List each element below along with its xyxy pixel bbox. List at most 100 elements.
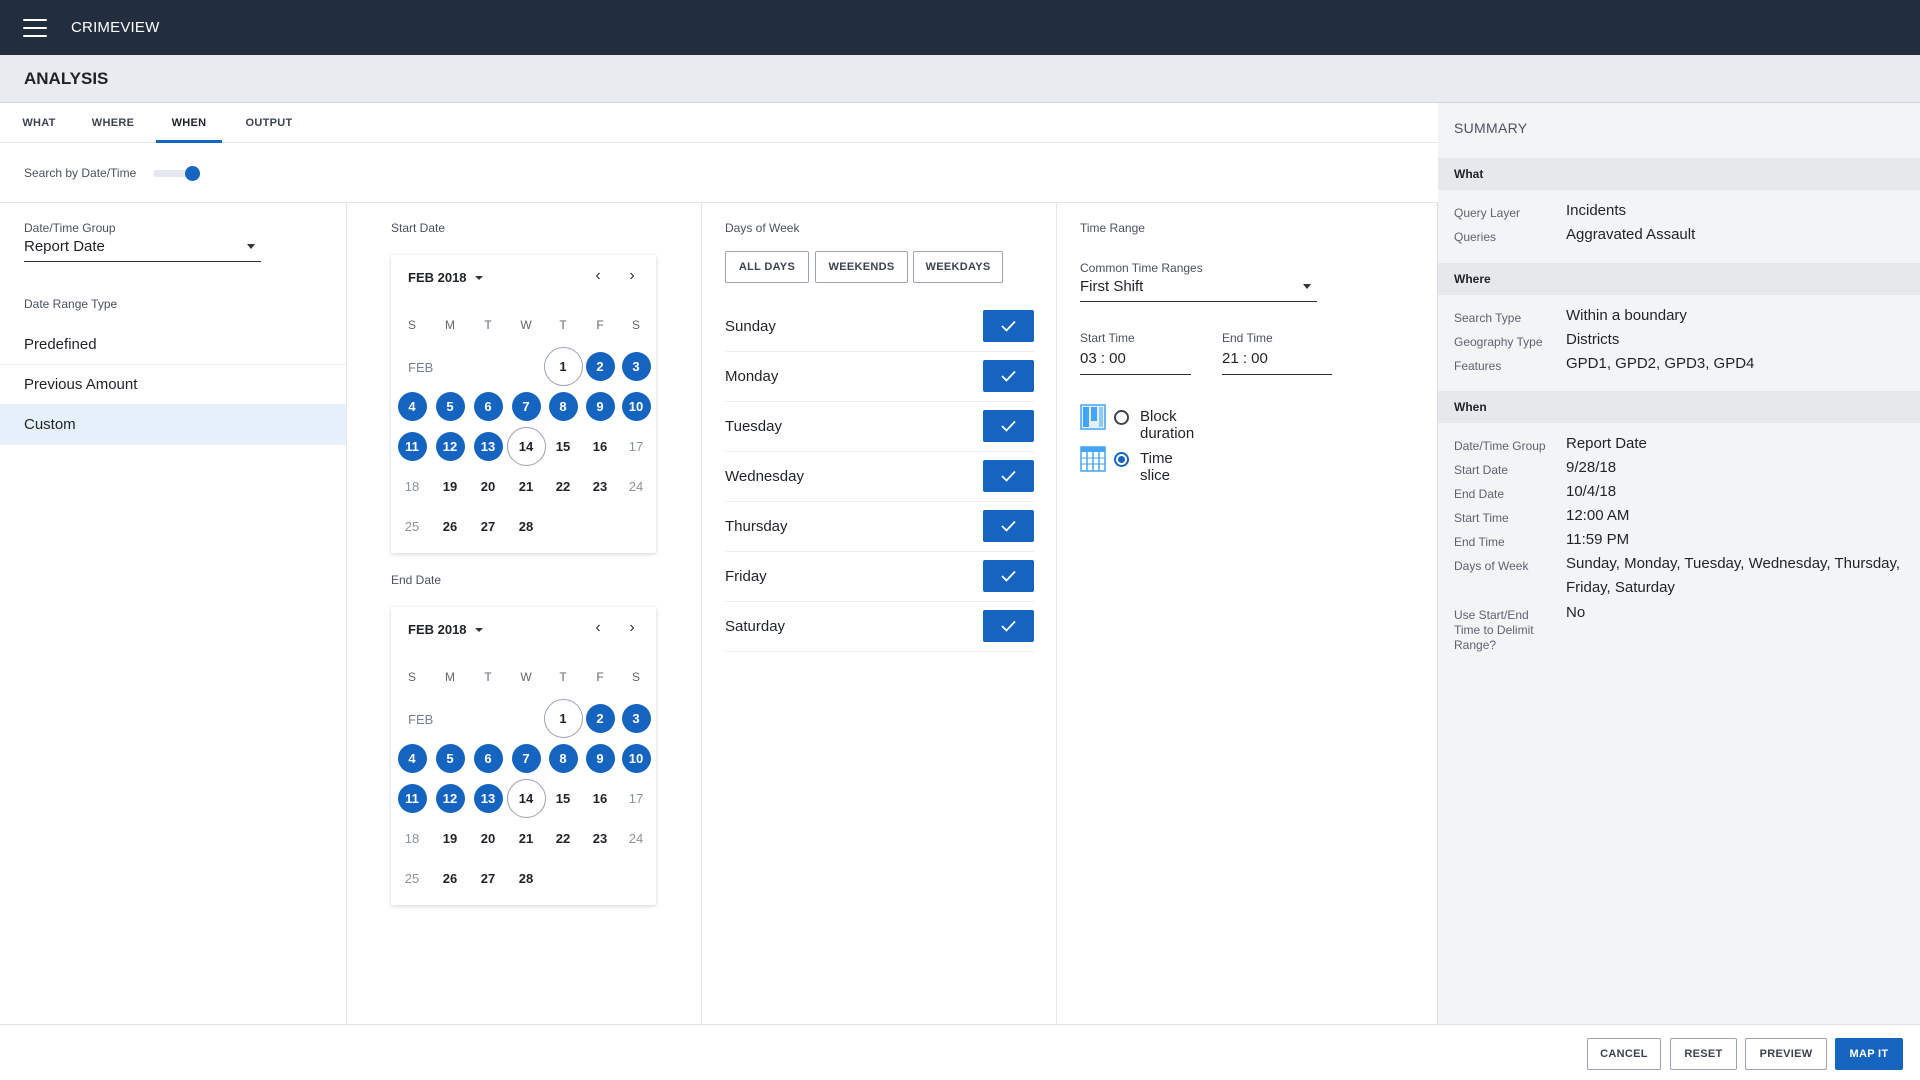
calendar-day[interactable]: 13: [473, 783, 503, 813]
calendar-day[interactable]: 22: [549, 824, 578, 853]
calendar-day[interactable]: 23: [586, 472, 615, 501]
all-days-button[interactable]: ALL DAYS: [725, 251, 809, 283]
calendar-day[interactable]: 4: [397, 391, 427, 421]
calendar-day[interactable]: 19: [436, 472, 465, 501]
weekday-header: F: [596, 670, 604, 684]
day-checkbox[interactable]: [983, 610, 1034, 642]
calendar-day[interactable]: 19: [436, 824, 465, 853]
end-time-input[interactable]: 21 : 00: [1222, 345, 1332, 375]
month-select[interactable]: FEB 2018: [408, 270, 483, 285]
calendar-day[interactable]: 21: [512, 824, 541, 853]
calendar-day[interactable]: 9: [585, 743, 615, 773]
calendar-day[interactable]: 16: [586, 432, 615, 461]
range-type-previous-amount[interactable]: Previous Amount: [0, 365, 346, 405]
calendar-day[interactable]: 7: [511, 743, 541, 773]
calendar-day[interactable]: 13: [473, 431, 503, 461]
calendar-day[interactable]: 14: [506, 778, 546, 818]
range-type-predefined[interactable]: Predefined: [0, 325, 346, 365]
cancel-button[interactable]: CANCEL: [1587, 1038, 1661, 1070]
prev-month-icon[interactable]: ‹: [588, 266, 608, 286]
calendar-day[interactable]: 27: [474, 864, 503, 893]
calendar-day[interactable]: 23: [586, 824, 615, 853]
datetime-group-dropdown[interactable]: Report Date: [24, 234, 261, 262]
day-checkbox[interactable]: [983, 510, 1034, 542]
calendar-day[interactable]: 18: [398, 824, 427, 853]
summary-key: Date/Time Group: [1454, 439, 1546, 453]
calendar-day[interactable]: 24: [622, 472, 651, 501]
calendar-day[interactable]: 12: [435, 783, 465, 813]
month-select[interactable]: FEB 2018: [408, 622, 483, 637]
calendar-day[interactable]: 16: [586, 784, 615, 813]
summary-key: Search Type: [1454, 311, 1522, 325]
calendar-day[interactable]: 8: [548, 391, 578, 421]
start-time-input[interactable]: 03 : 00: [1080, 345, 1191, 375]
next-month-icon[interactable]: ›: [622, 618, 642, 638]
calendar-day[interactable]: 1: [543, 346, 583, 386]
calendar-day[interactable]: 11: [397, 431, 427, 461]
calendar-day[interactable]: 22: [549, 472, 578, 501]
calendar-day[interactable]: 25: [398, 512, 427, 541]
calendar-day[interactable]: 7: [511, 391, 541, 421]
day-checkbox[interactable]: [983, 310, 1034, 342]
calendar-day[interactable]: 26: [436, 864, 465, 893]
calendar-day[interactable]: 10: [621, 743, 651, 773]
calendar-day[interactable]: 4: [397, 743, 427, 773]
summary-value: 10/4/18: [1566, 483, 1617, 500]
calendar-day[interactable]: 5: [435, 391, 465, 421]
calendar-day[interactable]: 3: [621, 351, 651, 381]
calendar-day[interactable]: 17: [622, 432, 651, 461]
calendar-day[interactable]: 6: [473, 743, 503, 773]
map-it-button[interactable]: MAP IT: [1835, 1038, 1903, 1070]
calendar-day[interactable]: 24: [622, 824, 651, 853]
calendar-day[interactable]: 27: [474, 512, 503, 541]
weekends-button[interactable]: WEEKENDS: [815, 251, 908, 283]
calendar-day[interactable]: 25: [398, 864, 427, 893]
calendar-day[interactable]: 15: [549, 784, 578, 813]
calendar-day[interactable]: 20: [474, 824, 503, 853]
tab-what[interactable]: WHAT: [14, 103, 64, 143]
common-time-ranges-dropdown[interactable]: First Shift: [1080, 274, 1317, 302]
day-checkbox[interactable]: [983, 360, 1034, 392]
calendar-day[interactable]: 9: [585, 391, 615, 421]
calendar-day[interactable]: 15: [549, 432, 578, 461]
preview-button[interactable]: PREVIEW: [1745, 1038, 1827, 1070]
time-slice-radio[interactable]: [1114, 452, 1129, 467]
day-row-sunday: Sunday: [725, 302, 1034, 352]
calendar-day[interactable]: 2: [585, 351, 615, 381]
tab-output[interactable]: OUTPUT: [242, 103, 296, 143]
calendar-day[interactable]: 21: [512, 472, 541, 501]
calendar-day[interactable]: 18: [398, 472, 427, 501]
calendar-day[interactable]: 5: [435, 743, 465, 773]
calendar-day[interactable]: 8: [548, 743, 578, 773]
weekday-header: S: [631, 670, 640, 684]
day-checkbox[interactable]: [983, 410, 1034, 442]
time-range-label: Time Range: [1080, 221, 1145, 235]
block-duration-radio[interactable]: [1114, 410, 1129, 425]
calendar-day[interactable]: 10: [621, 391, 651, 421]
calendar-day[interactable]: 6: [473, 391, 503, 421]
weekday-header: M: [445, 318, 455, 332]
calendar-day[interactable]: 12: [435, 431, 465, 461]
weekday-header: S: [631, 318, 640, 332]
calendar-day[interactable]: 20: [474, 472, 503, 501]
tab-when[interactable]: WHEN: [156, 103, 222, 143]
weekdays-button[interactable]: WEEKDAYS: [913, 251, 1003, 283]
prev-month-icon[interactable]: ‹: [588, 618, 608, 638]
calendar-day[interactable]: 28: [512, 864, 541, 893]
range-type-custom[interactable]: Custom: [0, 405, 346, 445]
next-month-icon[interactable]: ›: [622, 266, 642, 286]
menu-icon[interactable]: [23, 18, 47, 37]
calendar-day[interactable]: 17: [622, 784, 651, 813]
calendar-day[interactable]: 2: [585, 703, 615, 733]
calendar-day[interactable]: 26: [436, 512, 465, 541]
calendar-day[interactable]: 28: [512, 512, 541, 541]
search-by-datetime-toggle[interactable]: [153, 166, 201, 181]
day-checkbox[interactable]: [983, 460, 1034, 492]
calendar-day[interactable]: 11: [397, 783, 427, 813]
tab-where[interactable]: WHERE: [88, 103, 138, 143]
calendar-day[interactable]: 14: [506, 426, 546, 466]
reset-button[interactable]: RESET: [1670, 1038, 1737, 1070]
calendar-day[interactable]: 3: [621, 703, 651, 733]
calendar-day[interactable]: 1: [543, 698, 583, 738]
day-checkbox[interactable]: [983, 560, 1034, 592]
